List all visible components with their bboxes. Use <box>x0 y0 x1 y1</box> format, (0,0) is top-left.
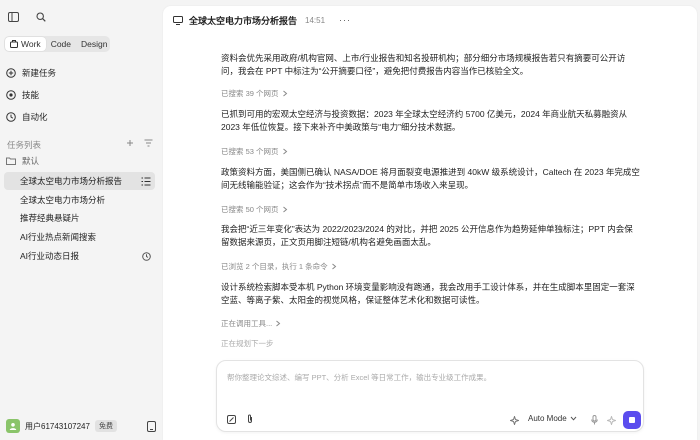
conversation-header: 全球太空电力市场分析报告 14:51 ··· <box>173 13 351 27</box>
nav-automation-label: 自动化 <box>22 112 48 122</box>
chevron-right-icon <box>282 206 288 213</box>
nav-new-task-label: 新建任务 <box>22 68 57 78</box>
sidebar: Work Code Design 新建任务 技能 自动化 任务列表 默认 全球太… <box>0 0 163 440</box>
task-item-label: 全球太空电力市场分析 <box>20 195 106 205</box>
planning-status: 正在规划下一步 <box>221 338 274 349</box>
chevron-right-icon <box>275 320 281 327</box>
search-step[interactable]: 已搜索 53 个网页 <box>221 146 288 157</box>
folder-default-label: 默认 <box>22 156 40 166</box>
panel-icon[interactable] <box>147 420 156 432</box>
nav-new-task[interactable]: 新建任务 <box>6 64 156 82</box>
mic-icon[interactable] <box>587 413 601 427</box>
briefcase-icon <box>10 40 18 48</box>
list-icon[interactable] <box>141 177 151 186</box>
mode-label: Auto Mode <box>528 414 567 423</box>
segment-code-label: Code <box>50 39 72 49</box>
assistant-message: 我会把“近三年变化”表达为 2022/2023/2024 的对比，并把 2025… <box>221 224 633 247</box>
sidebar-toggle-icon[interactable] <box>6 10 20 24</box>
assistant-message: 设计系统检索脚本受本机 Python 环境变量影响没有跑通，我会改用手工设计体系… <box>221 282 635 305</box>
search-step-label: 已搜索 50 个网页 <box>221 205 279 214</box>
task-list-heading: 任务列表 <box>7 140 42 150</box>
user-name: 用户61743107247 <box>25 421 90 431</box>
chevron-down-icon <box>570 416 577 421</box>
task-item[interactable]: AI行业动态日报 <box>4 247 155 265</box>
browse-step-label: 已浏览 2 个目录，执行 1 条命令 <box>221 262 328 271</box>
monitor-icon <box>173 15 183 25</box>
page-title: 全球太空电力市场分析报告 <box>189 15 298 26</box>
plan-badge: 免费 <box>94 420 117 432</box>
clock-icon <box>142 251 151 261</box>
workspace-segmented-control: Work Code Design <box>4 36 110 52</box>
task-item-label: 全球太空电力市场分析报告 <box>20 176 123 186</box>
composer: Auto Mode <box>216 360 644 432</box>
browse-step[interactable]: 已浏览 2 个目录，执行 1 条命令 <box>221 261 337 272</box>
task-item[interactable]: AI行业热点新闻搜索 <box>4 228 155 246</box>
segment-design[interactable]: Design <box>76 37 112 51</box>
user-profile[interactable]: 用户61743107247 免费 <box>6 418 156 434</box>
folder-default[interactable]: 默认 <box>6 155 39 167</box>
attach-icon[interactable] <box>224 412 238 426</box>
message-input[interactable] <box>227 370 627 384</box>
chevron-right-icon <box>331 263 337 270</box>
segment-design-label: Design <box>81 39 108 49</box>
planning-status-label: 正在规划下一步 <box>221 339 274 348</box>
segment-work[interactable]: Work <box>5 37 46 51</box>
task-item[interactable]: 全球太空电力市场分析 <box>4 191 155 209</box>
chevron-right-icon <box>282 148 288 155</box>
more-options-button[interactable]: ··· <box>339 15 351 25</box>
automation-icon <box>6 112 16 122</box>
main-panel: 全球太空电力市场分析报告 14:51 ··· 资料会优先采用政府/机构官网、上市… <box>163 6 697 440</box>
timestamp: 14:51 <box>305 15 326 25</box>
collapse-icon[interactable] <box>126 139 134 147</box>
sparkle-faint-icon[interactable] <box>604 413 618 427</box>
search-step[interactable]: 已搜索 50 个网页 <box>221 204 288 215</box>
task-item-label: AI行业动态日报 <box>20 251 80 261</box>
filter-icon[interactable] <box>144 139 153 147</box>
tool-call-step[interactable]: 正在调用工具... <box>221 318 281 329</box>
task-item[interactable]: 全球太空电力市场分析报告 <box>4 172 155 190</box>
folder-icon <box>6 157 16 165</box>
sparkle-icon[interactable] <box>507 413 521 427</box>
search-step-label: 已搜索 53 个网页 <box>221 147 279 156</box>
nav-skills[interactable]: 技能 <box>6 86 156 104</box>
task-item-label: AI行业热点新闻搜索 <box>20 232 97 242</box>
chevron-right-icon <box>282 90 288 97</box>
assistant-message: 已抓到可用的宏观太空经济与投资数据：2023 年全球太空经济约 5700 亿美元… <box>221 109 628 132</box>
task-item-label: 推荐经典悬疑片 <box>20 213 80 223</box>
mode-selector[interactable]: Auto Mode <box>528 414 577 423</box>
tool-call-label: 正在调用工具... <box>221 319 273 328</box>
stop-button[interactable] <box>623 411 641 429</box>
nav-automation[interactable]: 自动化 <box>6 108 156 126</box>
assistant-message: 政策资料方面，美国侧已确认 NASA/DOE 将月面裂变电源推进到 40kW 级… <box>221 167 640 190</box>
sidebar-top-bar <box>6 10 48 24</box>
task-item[interactable]: 推荐经典悬疑片 <box>4 209 155 227</box>
search-step-label: 已搜索 39 个网页 <box>221 89 279 98</box>
skills-icon <box>6 90 16 100</box>
segment-work-label: Work <box>21 39 41 49</box>
search-icon[interactable] <box>34 10 48 24</box>
paperclip-icon[interactable] <box>243 412 257 426</box>
stop-icon <box>629 417 635 423</box>
new-task-icon <box>6 68 16 78</box>
segment-code[interactable]: Code <box>46 37 76 51</box>
avatar <box>6 419 20 433</box>
task-list-actions <box>126 139 153 147</box>
assistant-message: 资料会优先采用政府/机构官网、上市/行业报告和知名投研机构；部分细分市场规模报告… <box>221 53 626 76</box>
search-step[interactable]: 已搜索 39 个网页 <box>221 88 288 99</box>
nav-skills-label: 技能 <box>22 90 40 100</box>
